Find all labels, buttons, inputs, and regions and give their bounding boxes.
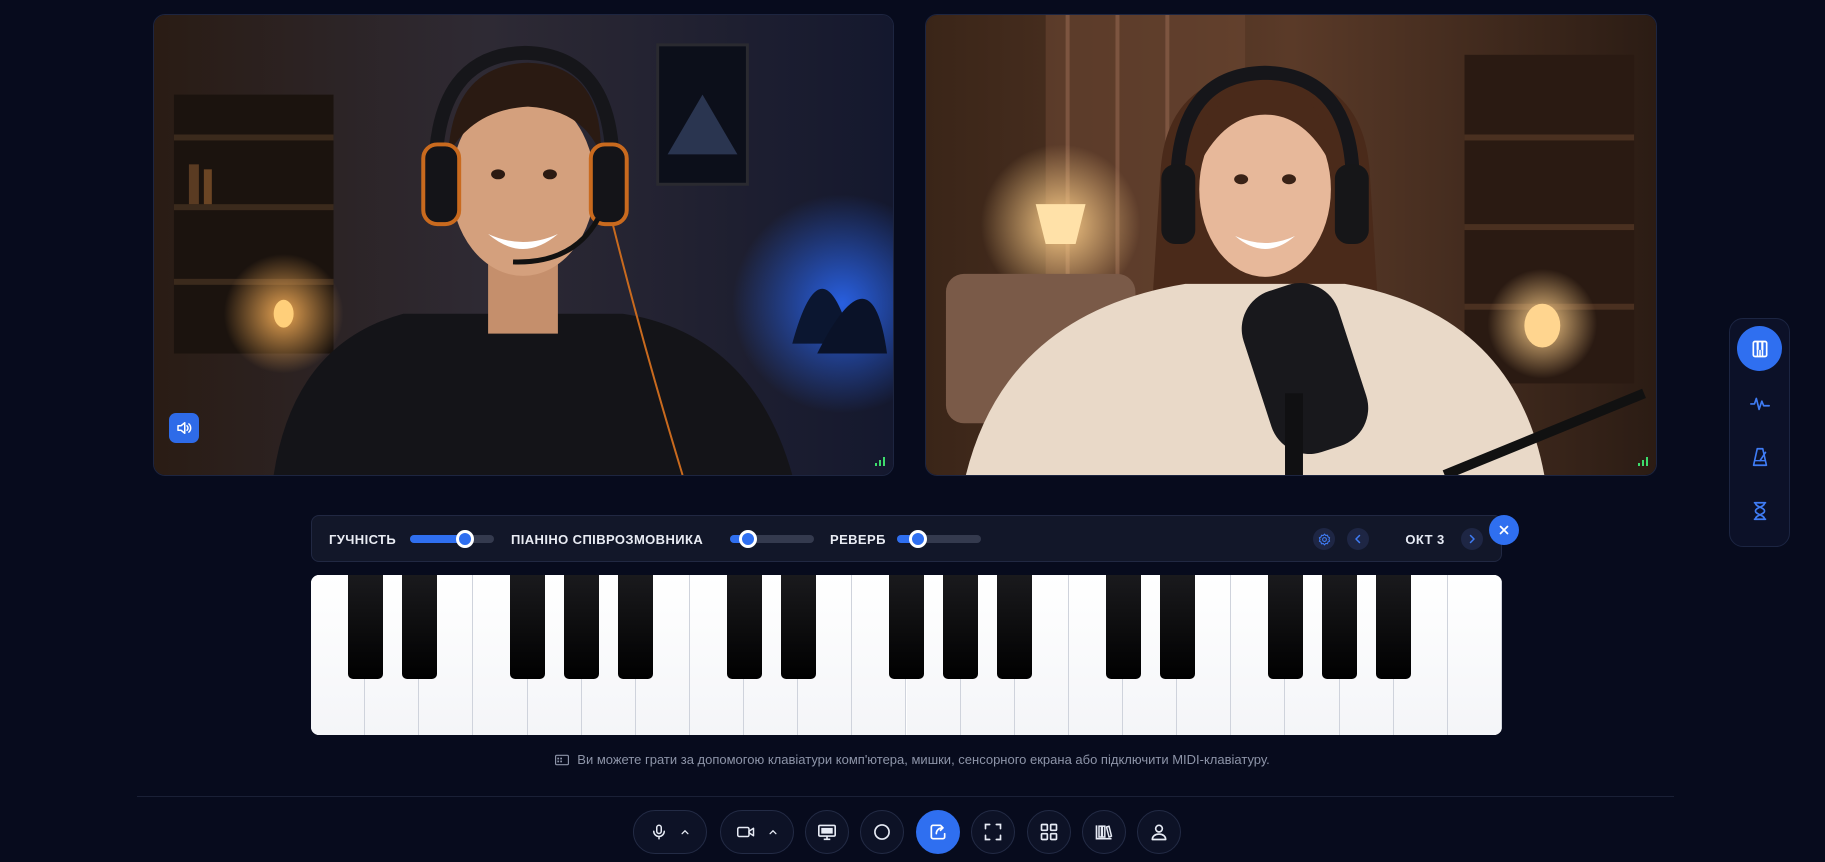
- hint-text: Ви можете грати за допомогою клавіатури …: [577, 752, 1270, 767]
- chevron-left-icon: [1355, 534, 1361, 544]
- chevron-right-icon: [1469, 534, 1475, 544]
- fullscreen-icon: [984, 823, 1002, 841]
- user-icon: [1151, 824, 1167, 841]
- rail-waveform-button[interactable]: [1737, 380, 1782, 425]
- chevron-up-icon[interactable]: [680, 827, 690, 837]
- partner-piano-slider-knob[interactable]: [739, 530, 758, 548]
- piano-black-key[interactable]: [1105, 575, 1141, 679]
- piano-icon: [1752, 340, 1767, 357]
- keyboard-icon: [555, 754, 570, 765]
- piano-settings-button[interactable]: [1313, 528, 1335, 550]
- chevron-up-icon[interactable]: [768, 827, 778, 837]
- octave-down-button[interactable]: [1347, 528, 1369, 550]
- screen-share-icon: [818, 824, 836, 841]
- partner-piano-label: ПІАНІНО СПІВРОЗМОВНИКА: [511, 532, 704, 547]
- fullscreen-button[interactable]: [971, 810, 1015, 854]
- octave-up-button[interactable]: [1461, 528, 1483, 550]
- share-button[interactable]: [916, 810, 960, 854]
- metronome-icon: [1752, 447, 1767, 466]
- piano-black-key[interactable]: [1322, 575, 1358, 679]
- piano-black-key[interactable]: [780, 575, 816, 679]
- video-tile-local[interactable]: [153, 14, 894, 476]
- piano-black-key[interactable]: [510, 575, 546, 679]
- volume-slider[interactable]: [410, 530, 494, 548]
- camera-button[interactable]: [720, 810, 794, 854]
- camera-icon: [737, 826, 755, 838]
- screen-share-button[interactable]: [805, 810, 849, 854]
- piano-black-key[interactable]: [564, 575, 600, 679]
- speaker-icon: [177, 422, 192, 434]
- close-piano-button[interactable]: [1489, 515, 1519, 545]
- rail-piano-button[interactable]: [1737, 326, 1782, 371]
- octave-label: ОКТ 3: [1405, 532, 1445, 547]
- volume-slider-knob[interactable]: [455, 530, 474, 548]
- piano-black-key[interactable]: [726, 575, 762, 679]
- participant-video-remote: [926, 15, 1656, 475]
- participants-button[interactable]: [1137, 810, 1181, 854]
- piano-black-key[interactable]: [997, 575, 1033, 679]
- partner-piano-slider[interactable]: [730, 530, 814, 548]
- reverb-slider-knob[interactable]: [909, 530, 927, 548]
- grid-layout-button[interactable]: [1027, 810, 1071, 854]
- piano-black-key[interactable]: [401, 575, 437, 679]
- toolbar-divider: [137, 796, 1674, 797]
- gear-icon: [1318, 533, 1330, 545]
- volume-label: ГУЧНІСТЬ: [329, 532, 397, 547]
- piano-black-key[interactable]: [618, 575, 654, 679]
- record-icon: [874, 824, 890, 840]
- record-button[interactable]: [860, 810, 904, 854]
- piano-white-key[interactable]: [1447, 575, 1502, 735]
- rail-metronome-button[interactable]: [1737, 434, 1782, 479]
- rail-timer-button[interactable]: [1737, 488, 1782, 533]
- library-icon: [1095, 825, 1113, 840]
- grid-layout-icon: [1040, 823, 1058, 841]
- instrument-tools-rail: [1729, 318, 1790, 547]
- share-icon: [930, 824, 946, 840]
- waveform-icon: [1749, 397, 1770, 410]
- piano-black-key[interactable]: [1376, 575, 1412, 679]
- signal-icon: [1638, 457, 1648, 466]
- microphone-button[interactable]: [633, 810, 707, 854]
- video-tile-remote[interactable]: [925, 14, 1657, 476]
- speaker-button[interactable]: [169, 413, 199, 443]
- piano-black-key[interactable]: [889, 575, 924, 679]
- piano-black-key[interactable]: [347, 575, 383, 679]
- microphone-icon: [653, 824, 665, 840]
- signal-icon: [875, 457, 885, 466]
- library-button[interactable]: [1082, 810, 1126, 854]
- hourglass-icon: [1753, 501, 1766, 520]
- reverb-slider[interactable]: [897, 530, 981, 548]
- close-icon: [1499, 525, 1509, 535]
- piano-black-key[interactable]: [1159, 575, 1195, 679]
- input-hint: Ви можете грати за допомогою клавіатури …: [0, 752, 1825, 767]
- piano-black-key[interactable]: [1267, 575, 1303, 679]
- participant-video-local: [154, 15, 893, 475]
- reverb-label: РЕВЕРБ: [830, 532, 886, 547]
- piano-controls-bar: ГУЧНІСТЬ ПІАНІНО СПІВРОЗМОВНИКА РЕВЕРБ О…: [311, 515, 1502, 562]
- piano-black-key[interactable]: [943, 575, 979, 679]
- piano-keyboard[interactable]: [311, 575, 1502, 735]
